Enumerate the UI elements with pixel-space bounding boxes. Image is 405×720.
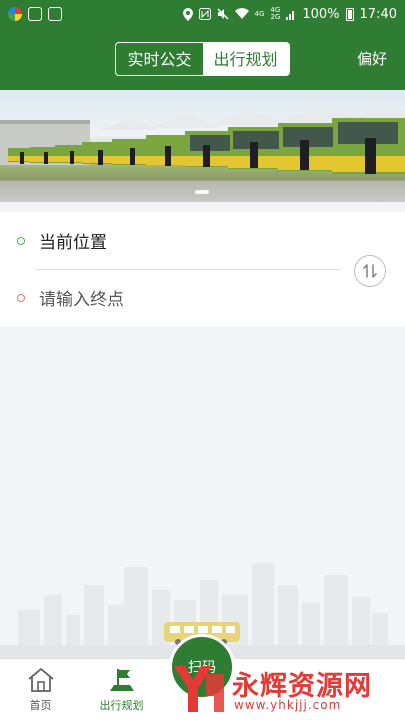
start-dot-icon [17, 236, 25, 245]
nav-trip-planning-label: 出行规划 [99, 699, 144, 712]
image-notification-icon [28, 7, 42, 21]
watermark-logo [174, 666, 224, 712]
end-dot-icon [17, 293, 25, 302]
nav-trip-planning[interactable]: 出行规划 [81, 659, 162, 720]
route-input-card: 当前位置 请输入终点 [0, 212, 405, 326]
flag-icon [109, 669, 134, 691]
watermark: 永辉资源网 www.yhkjjj.com [170, 660, 402, 718]
refresh-notification-icon [48, 7, 62, 21]
nfc-icon [198, 8, 211, 20]
battery-icon [345, 7, 354, 21]
watermark-url: www.yhkjjj.com [234, 698, 342, 712]
mode-switch: 实时公交 出行规划 [115, 42, 290, 76]
clock: 17:40 [359, 6, 397, 22]
status-bar: 4G 4G 2G 100% 17:40 [0, 0, 405, 28]
preference-button[interactable]: 偏好 [357, 28, 387, 90]
location-icon [182, 7, 193, 21]
start-location-field[interactable]: 当前位置 [0, 212, 350, 269]
banner-page-indicator [195, 190, 209, 194]
wifi-icon [234, 8, 249, 19]
nav-home-label: 首页 [29, 699, 52, 712]
promo-banner[interactable] [0, 90, 405, 202]
destination-field[interactable]: 请输入终点 [0, 269, 350, 326]
destination-placeholder: 请输入终点 [39, 290, 124, 310]
network-type-a: 4G [254, 9, 265, 18]
nav-home[interactable]: 首页 [0, 659, 81, 720]
tab-realtime-bus[interactable]: 实时公交 [116, 43, 202, 75]
app-header: 实时公交 出行规划 偏好 [0, 28, 405, 90]
battery-percent: 100% [302, 6, 340, 22]
bus-fleet-image [0, 104, 405, 174]
notification-icons [8, 7, 62, 21]
network-type-b: 4G 2G [270, 6, 281, 21]
start-location-text: 当前位置 [39, 233, 107, 253]
home-icon [27, 667, 54, 692]
app-notification-icon [8, 7, 22, 21]
system-status: 4G 4G 2G 100% 17:40 [182, 6, 397, 22]
tab-trip-planning[interactable]: 出行规划 [202, 43, 289, 75]
swap-route-button[interactable] [354, 255, 386, 287]
mute-icon [217, 8, 229, 20]
signal-icon [286, 10, 295, 20]
swap-icon [363, 264, 377, 278]
